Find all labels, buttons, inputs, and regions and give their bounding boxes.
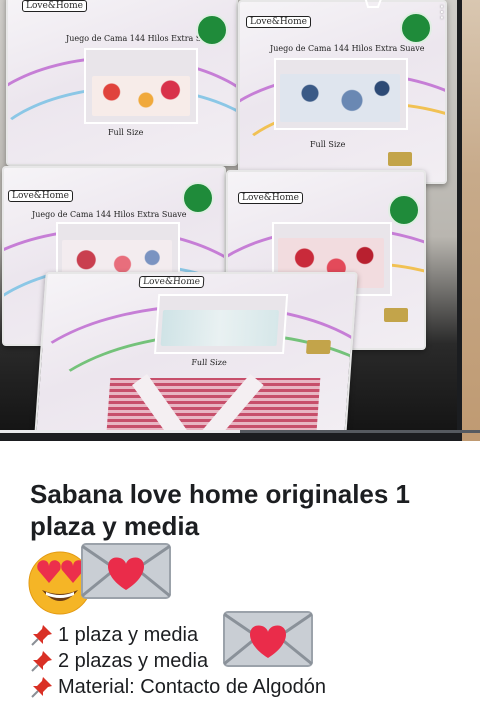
pushpin-icon	[30, 675, 58, 699]
brand-logo: Love&Home	[238, 192, 303, 204]
more-options-icon[interactable]: ⋮	[434, 2, 450, 22]
product-box: Love&Home Juego de Cama 144 Hilos Extra …	[6, 0, 238, 166]
box-size: Full Size	[191, 358, 228, 367]
price-tag	[384, 308, 408, 322]
price-tag	[388, 152, 412, 166]
next-photo-preview[interactable]	[462, 0, 480, 441]
brand-logo: Love&Home	[246, 16, 311, 28]
quality-seal	[400, 12, 432, 44]
description-line: 2 plazas y media	[30, 648, 470, 674]
quality-seal	[388, 194, 420, 226]
brand-logo: Love&Home	[8, 190, 73, 202]
quality-seal	[182, 182, 214, 214]
love-letter-icon	[81, 543, 171, 599]
quality-seal	[196, 14, 228, 46]
pushpin-icon	[30, 623, 58, 647]
price-tag	[306, 340, 331, 354]
pushpin-icon	[30, 649, 58, 673]
brand-logo: Love&Home	[138, 276, 205, 288]
carousel-progress	[0, 430, 480, 433]
carousel-progress-fill	[0, 430, 240, 433]
brand-logo: Love&Home	[22, 0, 87, 12]
product-photo[interactable]: Love&Home Juego de Cama 144 Hilos Extra …	[0, 0, 457, 430]
product-box: Love&Home Full Size	[34, 272, 358, 430]
box-caption: Juego de Cama 144 Hilos Extra Suave	[32, 210, 187, 219]
cart-icon[interactable]	[360, 0, 382, 10]
description-text: Material: Contacto de Algodón	[58, 676, 326, 698]
description-text: 1 plaza y media	[58, 624, 199, 646]
box-size: Full Size	[310, 140, 346, 149]
description-line: Material: Contacto de Algodón	[30, 674, 470, 700]
box-caption: Juego de Cama 144 Hilos Extra Suave	[270, 44, 425, 53]
box-size: Full Size	[108, 128, 144, 137]
product-box: Love&Home Juego de Cama 144 Hilos Extra …	[238, 0, 447, 184]
image-carousel[interactable]: Love&Home Juego de Cama 144 Hilos Extra …	[0, 0, 480, 441]
listing-title: Sabana love home originales 1 plaza y me…	[30, 479, 411, 541]
listing-description: 1 plaza y media 2 plazas y media Materia…	[30, 622, 470, 700]
description-line: 1 plaza y media	[30, 622, 470, 648]
description-text: 2 plazas y media	[58, 650, 209, 672]
